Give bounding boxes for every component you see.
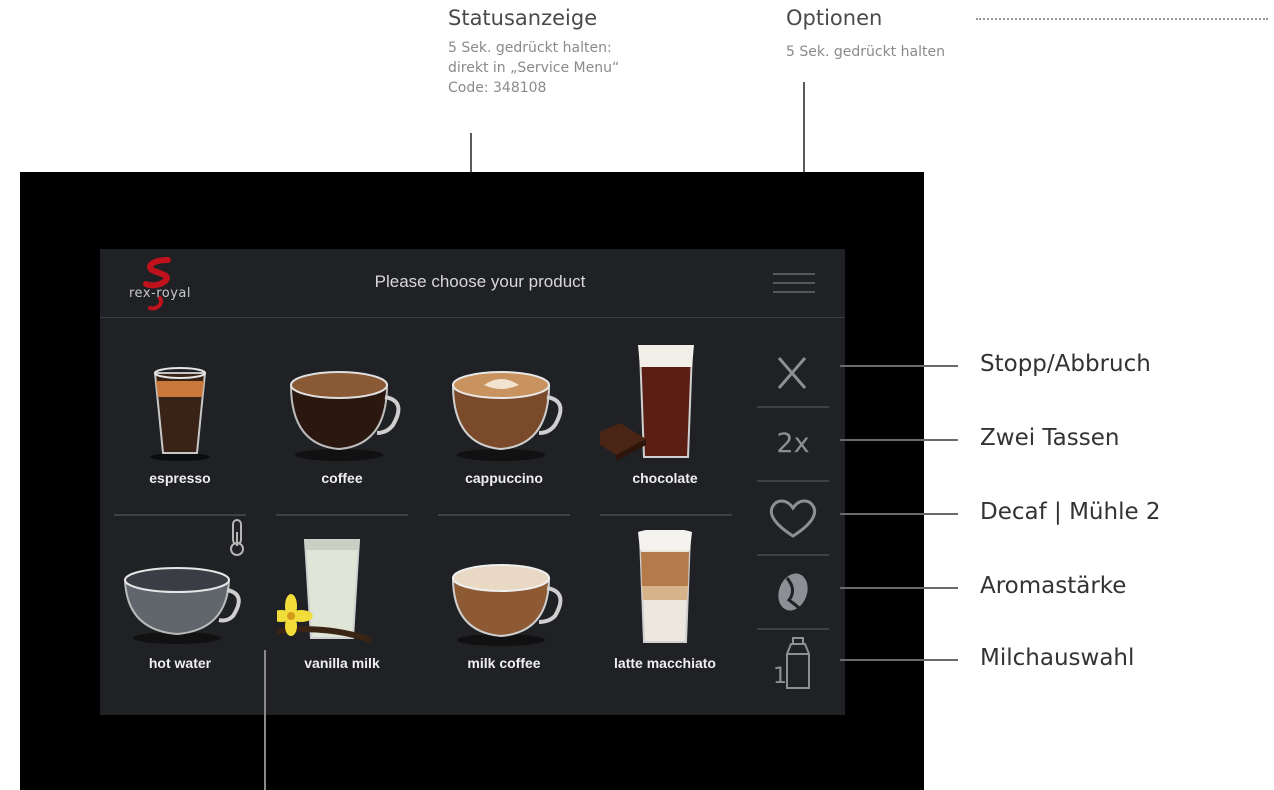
decaf-grinder2-button[interactable] bbox=[757, 482, 829, 552]
options-menu-button[interactable] bbox=[773, 268, 815, 298]
product-cappuccino[interactable]: cappuccino bbox=[439, 345, 569, 495]
logo-swoosh-icon bbox=[143, 257, 171, 311]
product-label: milk coffee bbox=[467, 655, 541, 671]
hamburger-line bbox=[773, 291, 815, 293]
milk-number: 1 bbox=[773, 664, 787, 689]
annotation-leader-line bbox=[264, 650, 266, 790]
latte-macchiato-glass-icon bbox=[638, 530, 692, 643]
product-espresso[interactable]: espresso bbox=[115, 345, 245, 495]
product-hot-water[interactable]: hot water bbox=[115, 519, 245, 680]
logo-text: rex-royal bbox=[129, 286, 191, 301]
rex-royal-logo: rex-royal bbox=[120, 256, 200, 312]
product-milk-coffee[interactable]: milk coffee bbox=[439, 530, 569, 680]
annotation-decaf-label: Decaf | Mühle 2 bbox=[980, 499, 1161, 525]
row-divider bbox=[276, 514, 408, 516]
screen-title: Please choose your product bbox=[374, 272, 586, 291]
header-divider bbox=[100, 317, 845, 318]
hot-water-cup-icon bbox=[123, 567, 241, 644]
close-icon bbox=[777, 357, 807, 389]
coffee-cup-icon bbox=[289, 371, 401, 461]
row-divider bbox=[438, 514, 570, 516]
annotation-leader-line bbox=[840, 587, 958, 589]
hamburger-line bbox=[773, 282, 815, 284]
vanilla-milk-glass-icon bbox=[277, 539, 372, 643]
product-label: latte macchiato bbox=[614, 655, 716, 671]
two-cups-button[interactable]: 2x bbox=[757, 408, 829, 478]
annotation-leader-line bbox=[840, 659, 958, 661]
product-vanilla-milk[interactable]: vanilla milk bbox=[277, 530, 407, 680]
product-label: coffee bbox=[321, 470, 363, 486]
annotation-leader-line bbox=[840, 365, 958, 367]
annotation-leader-line bbox=[840, 439, 958, 441]
product-label: cappuccino bbox=[465, 470, 543, 486]
annotation-stop-label: Stopp/Abbruch bbox=[980, 351, 1151, 377]
heart-icon bbox=[769, 499, 817, 538]
dotted-guide-line bbox=[976, 18, 1268, 20]
annotation-statusanzeige-description: 5 Sek. gedrückt halten: direkt in „Servi… bbox=[448, 40, 620, 96]
annotation-statusanzeige-title: Statusanzeige bbox=[448, 6, 598, 30]
thermometer-icon bbox=[230, 519, 244, 556]
product-label: vanilla milk bbox=[304, 655, 380, 671]
milk-selection-button[interactable]: 1 bbox=[757, 630, 829, 700]
chocolate-glass-icon bbox=[600, 345, 694, 461]
stop-cancel-button[interactable] bbox=[757, 336, 829, 406]
row-divider bbox=[114, 514, 246, 516]
product-chocolate[interactable]: chocolate bbox=[600, 345, 730, 495]
annotation-two-cups-label: Zwei Tassen bbox=[980, 425, 1120, 451]
annotation-optionen-description: 5 Sek. gedrückt halten bbox=[786, 44, 945, 60]
two-cups-label: 2x bbox=[776, 428, 810, 459]
coffee-bean-icon bbox=[778, 573, 808, 611]
hamburger-icon bbox=[773, 273, 815, 275]
product-label: chocolate bbox=[632, 470, 698, 486]
product-label: espresso bbox=[149, 470, 211, 486]
annotation-aroma-label: Aromastärke bbox=[980, 573, 1127, 599]
cappuccino-cup-icon bbox=[451, 371, 563, 461]
milk-coffee-cup-icon bbox=[451, 564, 563, 646]
annotation-milk-label: Milchauswahl bbox=[980, 645, 1135, 671]
annotation-optionen-title: Optionen bbox=[786, 6, 883, 30]
product-label: hot water bbox=[148, 655, 212, 671]
product-latte-macchiato[interactable]: latte macchiato bbox=[600, 530, 730, 680]
annotation-leader-line bbox=[840, 513, 958, 515]
aroma-strength-button[interactable] bbox=[757, 556, 829, 626]
product-coffee[interactable]: coffee bbox=[277, 345, 407, 495]
milk-carton-icon bbox=[786, 637, 810, 689]
espresso-glass-icon bbox=[150, 367, 210, 461]
row-divider bbox=[600, 514, 732, 516]
